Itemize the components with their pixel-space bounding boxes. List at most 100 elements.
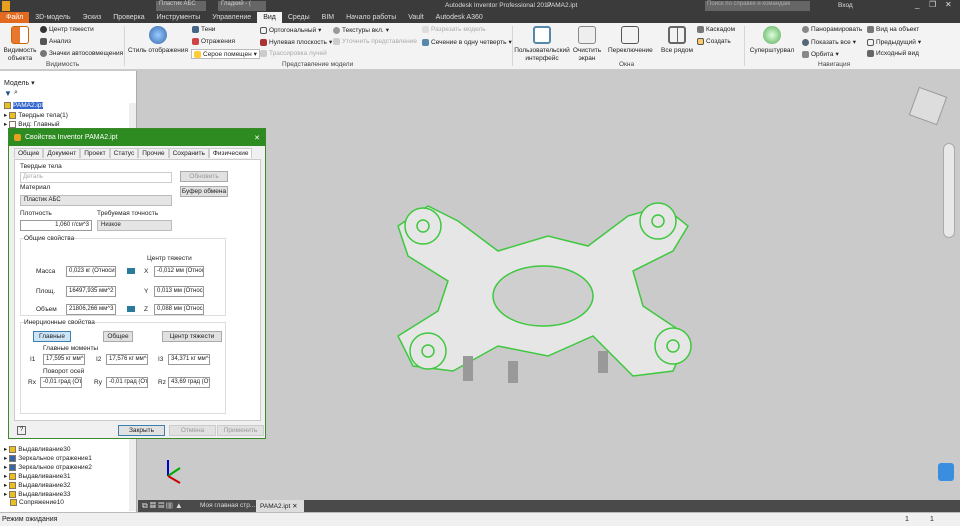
ry-field[interactable]: -0,01 град (От — [106, 377, 148, 388]
tab-general[interactable]: Общие — [14, 148, 44, 158]
tree-item[interactable]: ▸ Выдавливание33 — [4, 490, 70, 498]
tree-item[interactable]: ▸ Выдавливание32 — [4, 481, 70, 489]
tree-item[interactable]: ▸ Вид: Главный — [4, 120, 60, 128]
apply-button[interactable]: Применить — [217, 425, 264, 436]
restore-button[interactable]: ❐ — [929, 0, 936, 9]
browser-title[interactable]: Модель ▾ — [4, 79, 35, 87]
tree-item[interactable]: ▸ Зеркальное отражение1 — [4, 454, 92, 462]
cog-x-field[interactable]: -0,012 мм (Относит — [154, 266, 204, 277]
textures-button[interactable]: Текстуры вкл. ▾ — [333, 26, 389, 34]
tree-item[interactable]: ▸ Выдавливание30 — [4, 445, 70, 453]
cog-z-field[interactable]: 0,088 мм (Относит — [154, 304, 204, 315]
section-model-button[interactable]: Разрезать модель — [422, 26, 486, 33]
quarter-section-button[interactable]: Сечение в одну четверть ▾ — [422, 38, 512, 46]
i2-field[interactable]: 17,576 кг мм^2 — [106, 354, 148, 365]
cog-y-field[interactable]: 0,013 мм (Относит — [154, 286, 204, 297]
home-view-button[interactable]: Исходный вид — [867, 50, 919, 57]
tile-button[interactable]: Все рядом — [660, 26, 694, 55]
tab-project[interactable]: Проект — [80, 148, 110, 158]
a360-help-icon[interactable] — [938, 463, 954, 481]
login-link[interactable]: Вход — [838, 2, 853, 9]
copy-icon[interactable] — [127, 268, 135, 274]
previous-view-button[interactable]: Предыдущий ▾ — [867, 38, 921, 46]
density-field[interactable]: 1,060 г/см^3 — [20, 220, 92, 231]
center-of-gravity-button[interactable]: Центр тяжести — [40, 26, 94, 33]
navigation-bar[interactable] — [943, 143, 955, 238]
tab-physical[interactable]: Физические — [208, 148, 253, 158]
volume-field[interactable]: 21806,266 мм^3 (О — [66, 304, 116, 315]
reflections-button[interactable]: Отражения — [192, 38, 235, 45]
switch-window-button[interactable]: Переключение — [608, 26, 653, 55]
ground-plane-button[interactable]: Нулевая плоскость ▾ — [260, 38, 332, 46]
steering-wheel-button[interactable]: Суперштурвал — [746, 26, 798, 55]
accuracy-select[interactable]: Низкое — [97, 220, 172, 231]
principal-button[interactable]: Главные — [33, 331, 71, 342]
user-interface-button[interactable]: Пользовательский интерфейс — [514, 26, 570, 63]
inventor-logo-icon[interactable] — [2, 1, 10, 11]
orbit-button[interactable]: Орбита ▾ — [802, 50, 839, 58]
ray-tracing-button[interactable]: Трассировка лучей — [260, 50, 327, 57]
tab-view[interactable]: Вид — [257, 12, 282, 23]
viewcube[interactable] — [908, 86, 948, 126]
snap-icons-button[interactable]: Значки автосовмещения — [40, 50, 123, 57]
display-style-button[interactable]: Стиль отображения — [128, 26, 188, 55]
visual-style-combo[interactable]: Гладкий - ( — [218, 1, 266, 11]
shadows-button[interactable]: Тени — [192, 26, 215, 33]
material-select[interactable]: Пластик АБС — [20, 195, 172, 206]
find-icon[interactable]: ⌕ — [14, 89, 18, 97]
orthographic-button[interactable]: Ортогональный ▾ — [260, 26, 321, 34]
tab-file[interactable]: Файл — [0, 12, 30, 23]
i1-field[interactable]: 17,595 кг мм^2 — [43, 354, 85, 365]
close-dialog-button[interactable]: Закрыть — [118, 425, 165, 436]
tab-save[interactable]: Сохранить — [168, 148, 209, 158]
area-field[interactable]: 16497,935 мм^2 (О — [66, 286, 116, 297]
tab-other[interactable]: Прочие — [138, 148, 169, 158]
tab-home[interactable]: Моя главная стр... — [200, 502, 255, 509]
object-visibility-button[interactable]: Видимость объекта — [2, 26, 38, 63]
i3-field[interactable]: 34,371 кг мм^2 — [168, 354, 210, 365]
global-button[interactable]: Общее — [103, 331, 133, 342]
tab-inspect[interactable]: Проверка — [107, 12, 150, 23]
tab-manage[interactable]: Управление — [206, 12, 257, 23]
tree-item[interactable]: Сопряжение10 — [10, 499, 64, 506]
clean-screen-button[interactable]: Очистить экран — [572, 26, 602, 63]
help-search-input[interactable]: Поиск по справке и командам — [705, 1, 810, 11]
zoom-all-button[interactable]: Показать все ▾ — [802, 38, 856, 46]
tree-item[interactable]: ▸ Зеркальное отражение2 — [4, 463, 92, 471]
tab-sketch[interactable]: Эскиз — [77, 12, 108, 23]
filter-icon[interactable]: ▼ — [4, 89, 12, 98]
look-at-button[interactable]: Вид на объект — [867, 26, 919, 33]
new-window-button[interactable]: Создать — [697, 38, 731, 45]
cascade-button[interactable]: Каскадом — [697, 26, 735, 33]
window-layout-icons[interactable]: ⧉ ▦ ▤ ▥ ▲ — [142, 501, 183, 511]
rz-field[interactable]: 43,69 град (От — [168, 377, 210, 388]
tab-tools[interactable]: Инструменты — [151, 12, 207, 23]
close-button[interactable]: ✕ — [945, 0, 952, 9]
rx-field[interactable]: -0,01 град (От — [40, 377, 82, 388]
tab-bim[interactable]: BIM — [316, 12, 340, 23]
cancel-button[interactable]: Отмена — [169, 425, 216, 436]
tab-a360[interactable]: Autodesk A360 — [430, 12, 489, 23]
update-button[interactable]: Обновить — [180, 171, 228, 182]
tab-vault[interactable]: Vault — [402, 12, 429, 23]
dialog-close-icon[interactable]: ✕ — [254, 134, 260, 142]
lighting-style-select[interactable]: Серое помещен ▾ — [191, 49, 260, 59]
tab-get-started[interactable]: Начало работы — [340, 12, 402, 23]
minimize-button[interactable]: _ — [915, 0, 919, 9]
tab-document[interactable]: Документ — [43, 148, 81, 158]
clipboard-button[interactable]: Буфер обмена — [180, 186, 228, 197]
tab-status[interactable]: Статус — [109, 148, 139, 158]
analysis-button[interactable]: Анализ — [40, 38, 71, 45]
tree-item[interactable]: ▸ Твердые тела(1) — [4, 111, 68, 119]
dialog-title-bar[interactable]: Свойства Inventor РАМА2.ipt ✕ — [9, 129, 265, 146]
tab-environments[interactable]: Среды — [282, 12, 316, 23]
pan-button[interactable]: Панорамировать — [802, 26, 862, 33]
solids-select[interactable]: Деталь — [20, 172, 172, 183]
tab-rama2[interactable]: РАМА2.ipt ✕ — [256, 500, 304, 512]
refine-view-button[interactable]: Уточнить представление — [333, 38, 417, 45]
help-icon[interactable]: ? — [17, 426, 26, 435]
tree-item[interactable]: ▸ Выдавливание31 — [4, 472, 70, 480]
mass-field[interactable]: 0,023 кг (Относит — [66, 266, 116, 277]
tab-3d-model[interactable]: 3D-модель — [29, 12, 76, 23]
copy-icon[interactable] — [127, 306, 135, 312]
